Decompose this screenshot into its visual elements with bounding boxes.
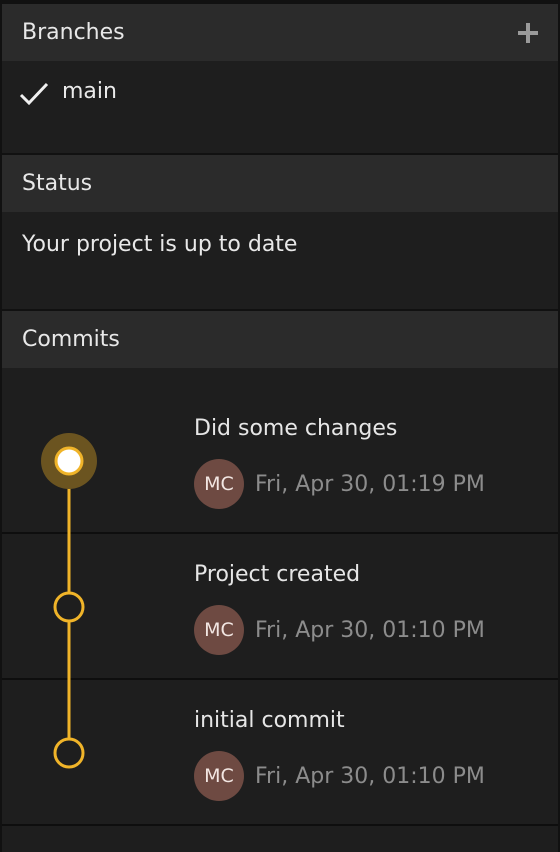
branches-header: Branches [2,4,558,61]
commit-row[interactable]: initial commit MC Fri, Apr 30, 01:10 PM [2,680,558,826]
status-message: Your project is up to date [22,232,298,257]
commit-date: Fri, Apr 30, 01:10 PM [255,618,485,643]
commit-date: Fri, Apr 30, 01:10 PM [255,764,485,789]
status-header: Status [2,155,558,212]
commit-message: Project created [194,562,361,587]
status-body: Your project is up to date [2,212,558,309]
status-title: Status [22,171,93,196]
checkmark-icon [19,82,49,106]
version-control-panel: Branches main Status Your project is up … [0,0,560,852]
avatar: MC [194,459,244,509]
commit-row[interactable]: Did some changes MC Fri, Apr 30, 01:19 P… [2,368,558,534]
branches-title: Branches [22,20,125,45]
branches-list: main [2,61,558,153]
branch-name: main [62,79,117,104]
plus-icon[interactable] [518,22,538,43]
commits-header: Commits [2,311,558,368]
commits-title: Commits [22,327,120,352]
commit-row[interactable]: Project created MC Fri, Apr 30, 01:10 PM [2,534,558,680]
branch-item-main[interactable]: main [2,61,558,127]
commit-message: initial commit [194,708,345,733]
commits-footer [2,826,558,852]
avatar: MC [194,751,244,801]
commit-message: Did some changes [194,416,398,441]
commit-date: Fri, Apr 30, 01:19 PM [255,472,485,497]
avatar: MC [194,605,244,655]
